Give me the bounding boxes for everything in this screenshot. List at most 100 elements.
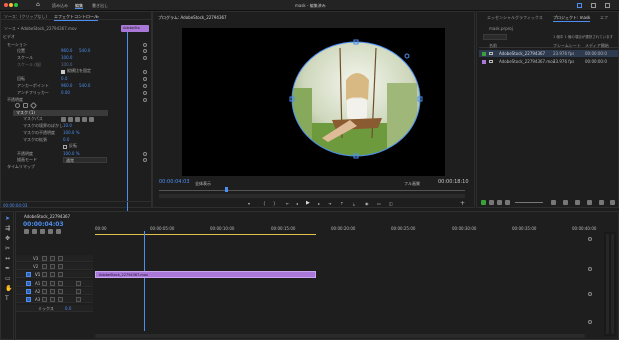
trash-icon[interactable]	[610, 200, 615, 205]
source-patch-a3[interactable]	[26, 297, 31, 302]
track-lock-icon[interactable]	[42, 289, 47, 294]
tab-effect-controls[interactable]: エフェクトコントロール	[54, 14, 98, 21]
maximize-window-icon[interactable]	[14, 3, 18, 7]
track-select-icon[interactable]: ⇶	[5, 226, 10, 232]
mask-feather-value[interactable]: 10.0	[63, 123, 72, 129]
scale-value[interactable]: 100.0	[61, 55, 72, 61]
track-label-v1[interactable]: V1	[35, 272, 40, 277]
freeform-view-icon[interactable]	[505, 200, 510, 205]
track-label-v3[interactable]: V3	[33, 256, 38, 261]
razor-tool-icon[interactable]: ✂	[5, 246, 10, 252]
track-lock-icon[interactable]	[42, 256, 47, 261]
find-icon[interactable]	[575, 200, 580, 205]
reset-opacity-icon[interactable]	[143, 152, 147, 156]
mic-icon[interactable]	[76, 297, 81, 302]
track-lock-icon[interactable]	[42, 272, 47, 277]
linked-selection-icon[interactable]	[40, 229, 45, 234]
rectangle-tool-icon[interactable]: ▭	[5, 276, 11, 282]
track-sync-icon[interactable]	[50, 272, 55, 277]
pen-mask-icon[interactable]	[29, 101, 38, 110]
mic-icon[interactable]	[76, 289, 81, 294]
add-marker-timeline-icon[interactable]	[48, 229, 53, 234]
program-playhead[interactable]	[225, 187, 228, 192]
hand-tool-icon[interactable]: ✋	[5, 286, 12, 292]
track-sync-icon[interactable]	[50, 264, 55, 269]
blend-mode-select[interactable]: 通常	[63, 157, 107, 163]
tab-project[interactable]: プロジェクト: mask	[553, 15, 591, 22]
source-patch-v1[interactable]	[26, 272, 31, 277]
project-row[interactable]: AdobeStock_22794367 23.976 fps 00:00:00:…	[479, 50, 618, 57]
mask-feather-handle[interactable]	[404, 53, 410, 59]
rect-mask-icon[interactable]	[23, 103, 28, 108]
slip-tool-icon[interactable]: ↔	[5, 256, 10, 262]
timeline-playhead[interactable]	[144, 231, 145, 331]
tab-export[interactable]: 書き出し	[92, 3, 108, 8]
solo-icon[interactable]	[58, 289, 63, 294]
track-eye-icon[interactable]	[58, 264, 63, 269]
fullscreen-icon[interactable]	[605, 3, 610, 8]
tab-source[interactable]: ソース：(クリップなし)	[4, 14, 47, 20]
track-label-a3[interactable]: A3	[35, 297, 40, 302]
step-back-icon[interactable]: ◂	[296, 201, 298, 206]
work-area-bar[interactable]	[95, 234, 316, 235]
close-window-icon[interactable]	[4, 3, 8, 7]
lift-icon[interactable]: ⤒	[341, 201, 343, 206]
col-fps[interactable]: フレームレート	[553, 43, 581, 49]
reset-scale-icon[interactable]	[143, 56, 147, 60]
track-eye-icon[interactable]	[58, 272, 63, 277]
mask-opacity-value[interactable]: 100.0 %	[63, 130, 80, 136]
icon-view-icon[interactable]	[497, 200, 502, 205]
pen-tool-icon[interactable]: ✒	[5, 266, 10, 272]
reset-uniform-icon[interactable]	[143, 70, 147, 74]
comparison-view-icon[interactable]: ▭	[377, 201, 381, 206]
solo-icon[interactable]	[58, 297, 63, 302]
play-icon[interactable]: ▶	[306, 201, 310, 206]
reset-rotation-icon[interactable]	[143, 77, 147, 81]
master-volume[interactable]: 0.0	[65, 306, 71, 311]
tab-edit[interactable]: 編集	[75, 3, 83, 9]
project-row[interactable]: AdobeStock_22794367.mov 23.976 fps 00:00…	[479, 58, 618, 65]
zoom-slider[interactable]	[515, 202, 543, 203]
extract-icon[interactable]: ⤓	[353, 201, 355, 206]
step-forward-icon[interactable]: ▸	[318, 201, 320, 206]
source-patch-a1[interactable]	[26, 281, 31, 286]
track-scroll-knob[interactable]	[588, 320, 592, 324]
tab-essential-graphics[interactable]: エッセンシャルグラフィックス	[487, 15, 543, 21]
clip-v1[interactable]: AdobeStock_22794367.mov	[95, 271, 316, 278]
minimize-window-icon[interactable]	[9, 3, 13, 7]
timeline-timecode[interactable]: 00:00:04:03	[23, 222, 64, 228]
new-item-icon[interactable]	[599, 200, 604, 205]
quality-select[interactable]: フル画質	[404, 181, 420, 186]
col-media-start[interactable]: メディア開始	[585, 43, 609, 49]
source-patch-a2[interactable]	[26, 289, 31, 294]
program-zoom-bar[interactable]	[159, 194, 465, 198]
export-frame-icon[interactable]: ◉	[365, 201, 369, 206]
anchor-y-value[interactable]: 540.0	[79, 83, 90, 89]
video-frame[interactable]	[182, 28, 445, 176]
mic-icon[interactable]	[76, 281, 81, 286]
track-label-v2[interactable]: V2	[33, 264, 38, 269]
anchor-x-value[interactable]: 960.0	[61, 83, 72, 89]
vr-view-icon[interactable]: ◫	[389, 201, 393, 206]
snap-icon[interactable]	[32, 229, 37, 234]
type-tool-icon[interactable]: T	[5, 296, 9, 302]
track-back-icon[interactable]	[61, 117, 66, 122]
position-y-value[interactable]: 540.0	[79, 48, 90, 54]
go-to-out-icon[interactable]: ⇥	[328, 201, 331, 206]
clip-mini-bar[interactable]: AdobeSto	[121, 25, 149, 32]
track-lock-icon[interactable]	[42, 297, 47, 302]
mute-icon[interactable]	[50, 289, 55, 294]
go-to-in-icon[interactable]: ⇤	[286, 201, 289, 206]
list-view-icon[interactable]	[489, 200, 494, 205]
timeline-settings-icon[interactable]	[56, 229, 61, 234]
track-method-icon[interactable]	[89, 117, 94, 122]
rotation-value[interactable]: 0.0	[61, 76, 67, 82]
tab-import[interactable]: 読み込み	[52, 3, 68, 8]
track-scroll-knob[interactable]	[588, 292, 592, 296]
track-back-one-icon[interactable]	[68, 117, 73, 122]
reset-anchor-icon[interactable]	[143, 84, 147, 88]
track-scroll-knob[interactable]	[588, 267, 592, 271]
mute-icon[interactable]	[50, 281, 55, 286]
track-label-a1[interactable]: A1	[35, 281, 40, 286]
mute-icon[interactable]	[50, 297, 55, 302]
